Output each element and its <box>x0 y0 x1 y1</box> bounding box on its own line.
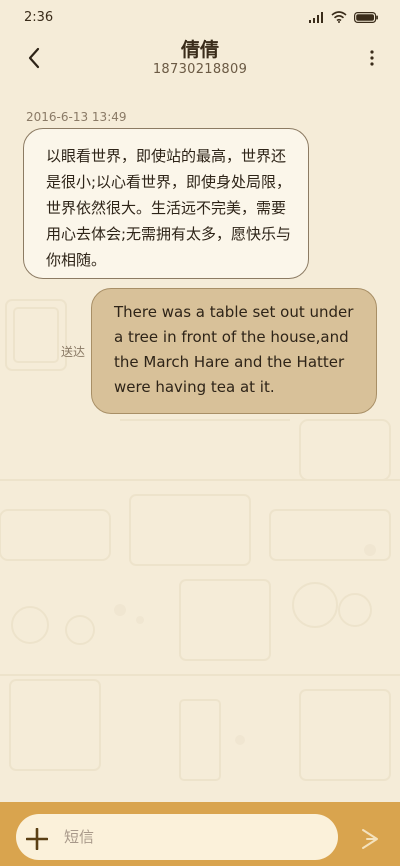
contact-info: 倩倩 18730218809 <box>0 38 400 78</box>
more-options-button[interactable] <box>358 42 386 74</box>
signal-icon <box>309 11 323 23</box>
outgoing-message-text: There was a table set out under a tree i… <box>114 303 354 396</box>
conversation-header: 倩倩 18730218809 <box>0 34 400 84</box>
status-bar: 2:36 <box>0 0 400 34</box>
wifi-icon <box>331 11 347 23</box>
status-time: 2:36 <box>24 9 54 25</box>
plus-icon <box>26 828 48 850</box>
outgoing-message-bubble[interactable]: There was a table set out under a tree i… <box>91 288 377 414</box>
delivery-status: 送达 <box>61 345 86 359</box>
incoming-message-text: 以眼看世界，即使站的最高，世界还是很小;以心看世界，即使身处局限，世界依然很大。… <box>46 147 292 269</box>
message-timestamp: 2016-6-13 13:49 <box>26 110 127 124</box>
incoming-message-bubble[interactable]: 以眼看世界，即使站的最高，世界还是很小;以心看世界，即使身处局限，世界依然很大。… <box>23 128 309 279</box>
battery-icon <box>354 11 378 23</box>
composer-bar <box>0 802 400 866</box>
more-vertical-icon <box>370 50 374 66</box>
send-button[interactable] <box>354 822 386 856</box>
message-input[interactable] <box>16 814 338 860</box>
send-arrow-icon <box>362 829 378 849</box>
add-attachment-button[interactable] <box>20 822 54 856</box>
contact-number: 18730218809 <box>152 62 248 77</box>
contact-name: 倩倩 <box>180 39 219 61</box>
